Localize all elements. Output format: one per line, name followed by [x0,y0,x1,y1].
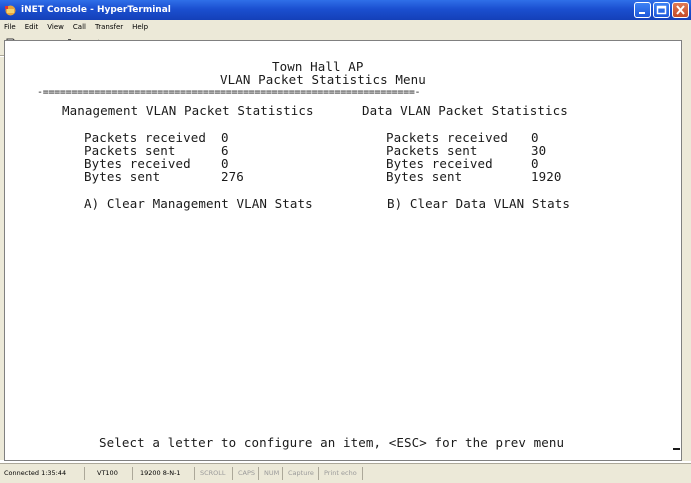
menu-view[interactable]: View [47,23,64,31]
terminal-edge [682,40,691,461]
menu-edit[interactable]: Edit [25,23,39,31]
status-capture: Capture [288,469,314,477]
close-button[interactable] [672,2,689,18]
status-caps: CAPS [238,469,256,477]
divider-line: -=======================================… [37,87,421,98]
minimize-button[interactable] [634,2,651,18]
data-label-bytes-sent: Bytes sent [386,169,463,184]
terminal-screen[interactable]: Town Hall AP VLAN Packet Statistics Menu… [4,40,682,461]
option-clear-management[interactable]: A) Clear Management VLAN Stats [84,196,313,211]
management-heading: Management VLAN Packet Statistics [62,103,314,118]
prompt-line: Select a letter to configure an item, <E… [99,435,565,450]
window-title: iNET Console - HyperTerminal [21,5,171,15]
menu-bar: File Edit View Call Transfer Help [0,20,691,34]
text-cursor [673,448,680,450]
menu-title: VLAN Packet Statistics Menu [220,72,426,87]
maximize-button[interactable] [653,2,670,18]
data-heading: Data VLAN Packet Statistics [362,103,568,118]
status-print-echo: Print echo [324,469,357,477]
option-clear-data[interactable]: B) Clear Data VLAN Stats [387,196,570,211]
mgmt-value-bytes-sent: 276 [221,169,244,184]
menu-call[interactable]: Call [73,23,86,31]
data-value-bytes-sent: 1920 [531,169,562,184]
status-emulation: VT100 [97,469,118,477]
status-scroll: SCROLL [200,469,226,477]
mgmt-label-bytes-sent: Bytes sent [84,169,161,184]
status-bar: Connected 1:35:44 VT100 19200 8-N-1 SCRO… [0,463,691,483]
hyperterminal-app-icon [4,4,17,17]
menu-help[interactable]: Help [132,23,148,31]
status-settings: 19200 8-N-1 [140,469,181,477]
status-connected: Connected 1:35:44 [4,469,67,477]
title-bar: iNET Console - HyperTerminal [0,0,691,20]
status-num: NUM [264,469,280,477]
menu-transfer[interactable]: Transfer [95,23,123,31]
menu-file[interactable]: File [4,23,16,31]
